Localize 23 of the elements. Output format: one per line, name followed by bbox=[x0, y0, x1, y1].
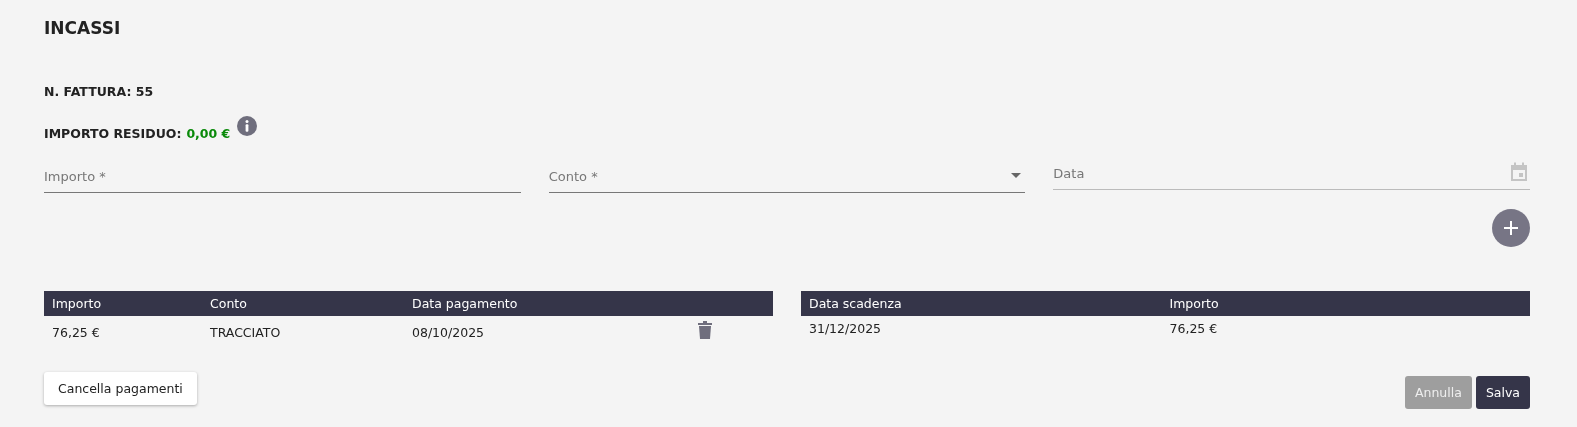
trash-icon[interactable] bbox=[698, 321, 712, 339]
column-header: Conto bbox=[210, 296, 248, 311]
column-header: Importo bbox=[1169, 296, 1220, 311]
plus-icon bbox=[1504, 221, 1518, 235]
dropdown-caret-icon bbox=[1011, 173, 1022, 178]
add-button[interactable] bbox=[1492, 209, 1530, 247]
table-cell-text: TRACCIATO bbox=[210, 324, 282, 340]
column-header: Data pagamento bbox=[412, 296, 519, 311]
column-header: Data scadenza bbox=[809, 296, 903, 311]
residual-amount: 0,00 € bbox=[186, 125, 231, 141]
table-cell-text: 76,25 € bbox=[52, 324, 101, 340]
clear-payments-button[interactable]: Cancella pagamenti bbox=[44, 372, 197, 405]
page-title: INCASSI bbox=[44, 18, 122, 40]
residual-label: IMPORTO RESIDUO: bbox=[44, 125, 182, 141]
table-cell-text: 31/12/2025 bbox=[809, 320, 883, 336]
input-field[interactable]: Conto * bbox=[548, 161, 1026, 193]
table-cell-text: 76,25 € bbox=[1169, 320, 1219, 336]
info-icon[interactable] bbox=[237, 116, 258, 136]
invoice-number: N. FATTURA: 55 bbox=[44, 83, 154, 99]
table-cell-text: 08/10/2025 bbox=[412, 324, 486, 340]
input-field[interactable]: Importo * bbox=[44, 161, 521, 193]
save-button[interactable]: Salva bbox=[1475, 376, 1530, 409]
column-header: Importo bbox=[52, 296, 103, 311]
